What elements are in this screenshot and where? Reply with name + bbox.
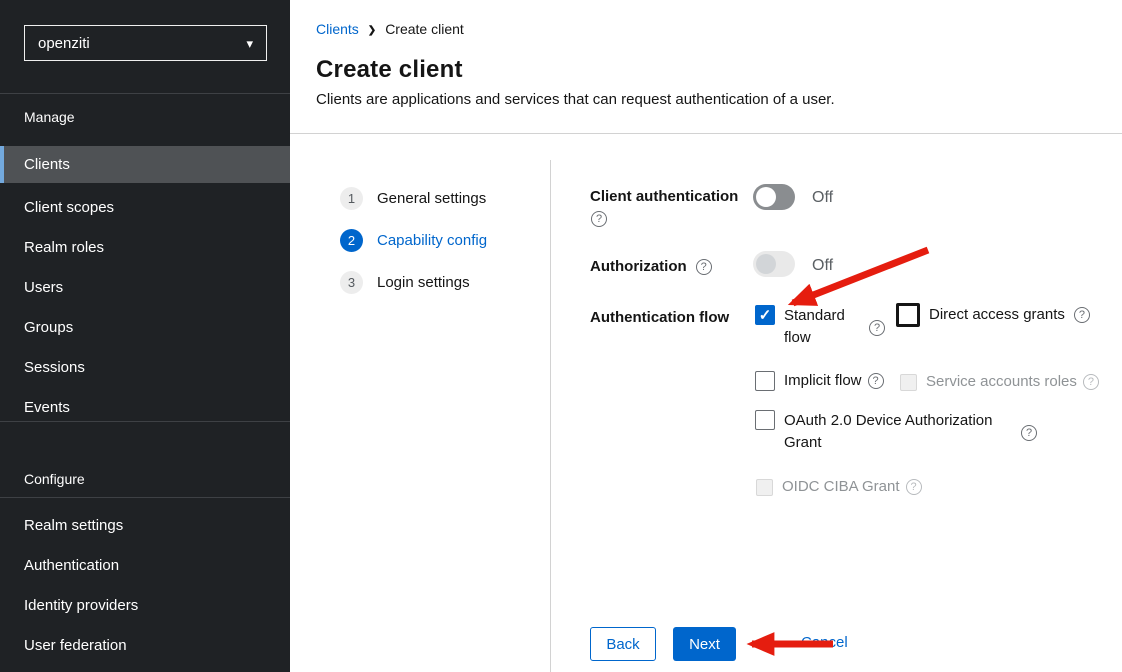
implicit-flow-label[interactable]: Implicit flow <box>784 370 862 392</box>
create-client-page: openziti ▾ Manage Clients Client scopes … <box>0 0 1122 672</box>
help-icon[interactable]: ? <box>869 320 885 336</box>
option-direct-access-grants: Direct access grants ? <box>896 303 1090 327</box>
toggle-knob <box>756 187 776 207</box>
cancel-link[interactable]: Cancel <box>801 634 848 651</box>
option-oauth-device-grant: OAuth 2.0 Device Authorization Grant <box>755 410 1019 454</box>
authorization-state: Off <box>812 257 833 275</box>
sidebar-item-label: Users <box>24 279 63 296</box>
toggle-knob <box>756 254 776 274</box>
check-icon: ✓ <box>759 308 772 323</box>
sidebar-item-label: Sessions <box>24 359 85 376</box>
chevron-right-icon: ❯ <box>368 25 376 36</box>
standard-flow-checkbox[interactable]: ✓ <box>755 305 775 325</box>
sidebar-item-label: Authentication <box>24 557 119 574</box>
help-icon[interactable]: ? <box>696 259 712 275</box>
sidebar-item-label: Groups <box>24 319 73 336</box>
sidebar-item-label: Client scopes <box>24 199 114 216</box>
step-label: General settings <box>377 190 486 207</box>
help-icon[interactable]: ? <box>1021 425 1037 441</box>
option-standard-flow: ✓ Standard flow <box>755 305 874 349</box>
caret-down-icon: ▾ <box>246 37 253 50</box>
realm-selector-value: openziti <box>38 35 90 52</box>
sidebar-item-client-scopes[interactable]: Client scopes <box>0 189 290 226</box>
sidebar-item-identity-providers[interactable]: Identity providers <box>0 587 290 624</box>
sidebar-item-label: User federation <box>24 637 127 654</box>
authorization-toggle[interactable] <box>753 251 795 277</box>
sidebar-divider <box>0 93 290 94</box>
service-accounts-roles-checkbox <box>900 374 917 391</box>
sidebar-item-label: Realm roles <box>24 239 104 256</box>
direct-access-grants-label[interactable]: Direct access grants <box>929 304 1065 326</box>
sidebar-item-realm-roles[interactable]: Realm roles <box>0 229 290 266</box>
option-implicit-flow: Implicit flow ? <box>755 370 884 392</box>
client-authentication-toggle[interactable] <box>753 184 795 210</box>
step-number-badge: 1 <box>340 187 363 210</box>
sidebar-divider <box>0 421 290 422</box>
sidebar-item-authentication[interactable]: Authentication <box>0 547 290 584</box>
authorization-label-row: Authorization ? <box>590 258 712 275</box>
sidebar-item-label: Identity providers <box>24 597 138 614</box>
direct-access-grants-checkbox[interactable] <box>896 303 920 327</box>
option-service-accounts-roles: Service accounts roles ? <box>900 371 1099 393</box>
wizard-panel-divider <box>550 160 551 672</box>
sidebar-item-clients[interactable]: Clients <box>0 146 290 183</box>
wizard-step-login-settings[interactable]: 3 Login settings <box>340 271 470 294</box>
wizard-step-general-settings[interactable]: 1 General settings <box>340 187 486 210</box>
sidebar-item-groups[interactable]: Groups <box>0 309 290 346</box>
oidc-ciba-grant-label: OIDC CIBA Grant <box>782 476 900 498</box>
breadcrumb-clients-link[interactable]: Clients <box>316 21 359 37</box>
help-icon[interactable]: ? <box>868 373 884 389</box>
help-icon[interactable]: ? <box>906 479 922 495</box>
step-number-badge: 2 <box>340 229 363 252</box>
help-icon[interactable]: ? <box>591 211 607 227</box>
sidebar-item-label: Clients <box>24 156 70 173</box>
authorization-label: Authorization <box>590 258 687 275</box>
realm-selector[interactable]: openziti ▾ <box>24 25 267 61</box>
next-button[interactable]: Next <box>673 627 736 661</box>
breadcrumb-current: Create client <box>385 21 464 37</box>
sidebar-section-configure: Configure <box>24 471 85 487</box>
step-number-badge: 3 <box>340 271 363 294</box>
oauth-device-grant-label[interactable]: OAuth 2.0 Device Authorization Grant <box>784 410 1019 454</box>
service-accounts-roles-label: Service accounts roles <box>926 371 1077 393</box>
step-label: Login settings <box>377 274 470 291</box>
step-label: Capability config <box>377 232 487 249</box>
help-icon[interactable]: ? <box>1074 307 1090 323</box>
sidebar-item-user-federation[interactable]: User federation <box>0 627 290 664</box>
sidebar-item-realm-settings[interactable]: Realm settings <box>0 507 290 544</box>
sidebar-item-sessions[interactable]: Sessions <box>0 349 290 386</box>
client-authentication-state: Off <box>812 189 833 207</box>
sidebar-item-label: Events <box>24 399 70 416</box>
page-subtitle: Clients are applications and services th… <box>316 91 835 108</box>
option-oidc-ciba-grant: OIDC CIBA Grant ? <box>756 476 922 498</box>
page-title: Create client <box>316 56 463 84</box>
back-button[interactable]: Back <box>590 627 656 661</box>
sidebar: openziti ▾ Manage Clients Client scopes … <box>0 0 290 672</box>
sidebar-section-manage: Manage <box>24 109 75 125</box>
oidc-ciba-grant-checkbox <box>756 479 773 496</box>
authentication-flow-label: Authentication flow <box>590 309 729 326</box>
sidebar-item-label: Realm settings <box>24 517 123 534</box>
standard-flow-label[interactable]: Standard flow <box>784 305 874 349</box>
help-icon[interactable]: ? <box>1083 374 1099 390</box>
oauth-device-grant-checkbox[interactable] <box>755 410 775 430</box>
sidebar-divider <box>0 497 290 498</box>
header-divider <box>290 133 1122 134</box>
breadcrumb: Clients ❯ Create client <box>316 21 464 37</box>
client-authentication-label: Client authentication <box>590 188 738 205</box>
wizard-step-capability-config[interactable]: 2 Capability config <box>340 229 487 252</box>
sidebar-item-users[interactable]: Users <box>0 269 290 306</box>
implicit-flow-checkbox[interactable] <box>755 371 775 391</box>
